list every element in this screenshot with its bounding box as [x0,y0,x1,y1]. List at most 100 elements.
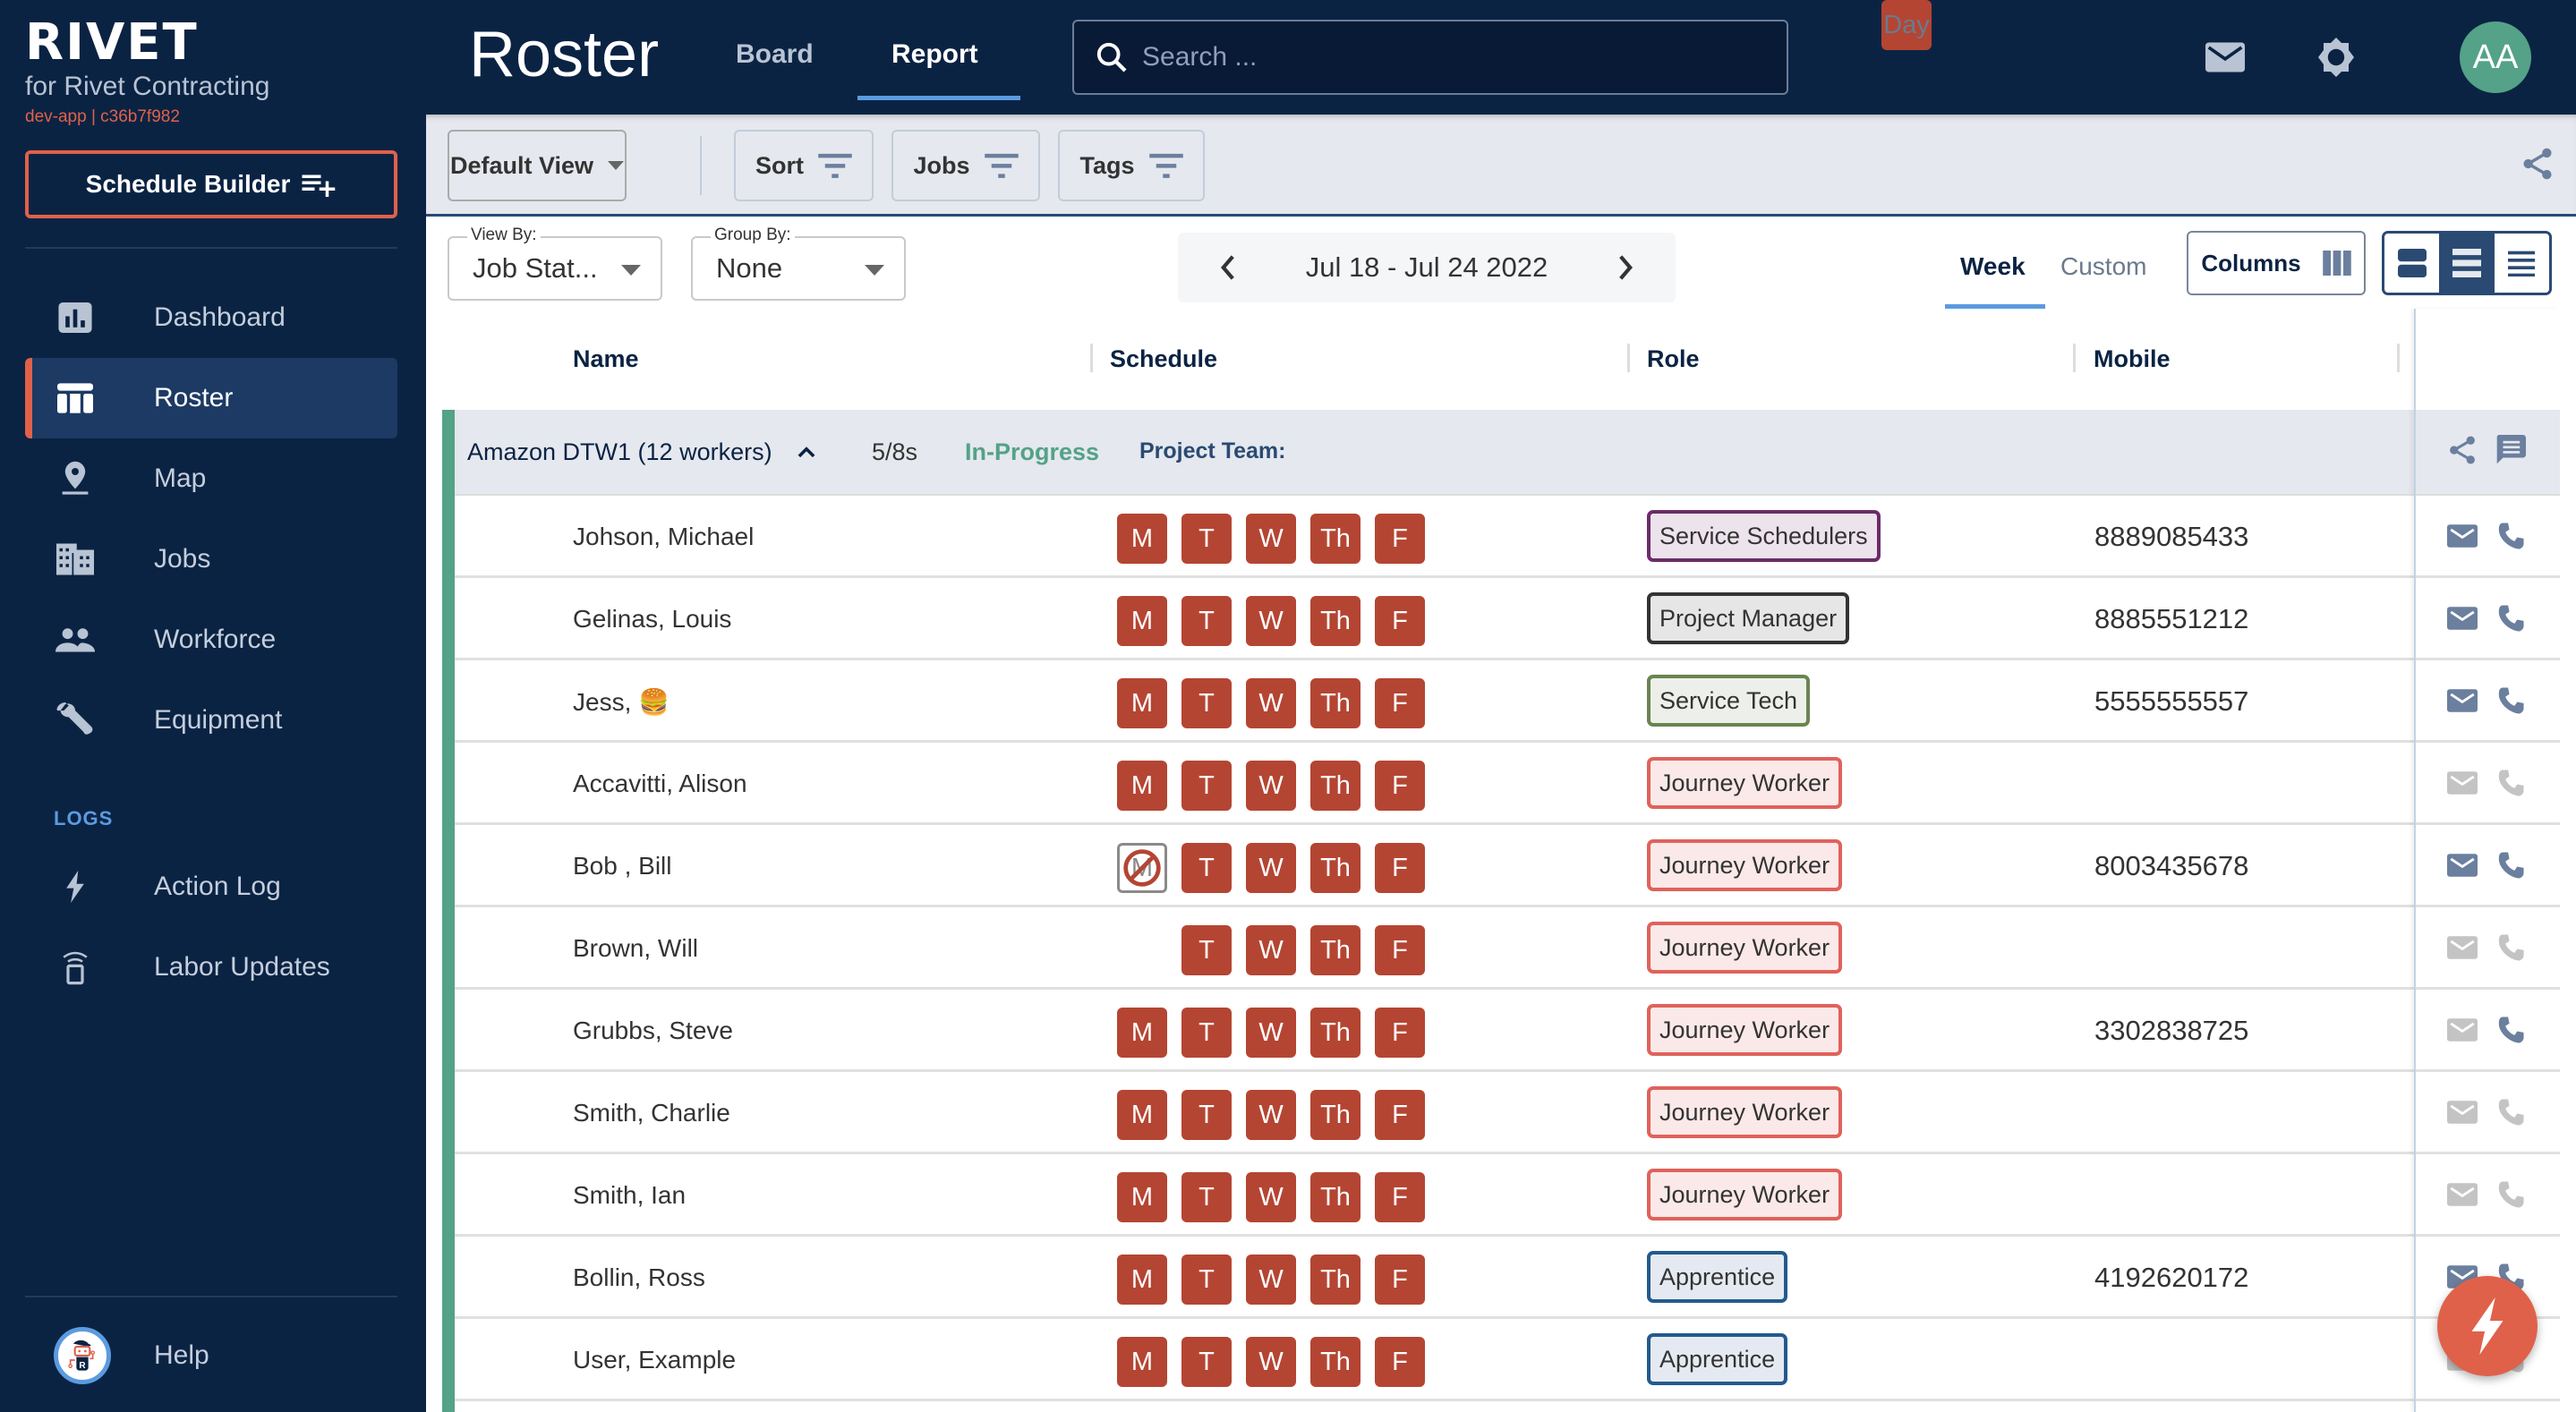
group-by-select[interactable]: Group By: None [691,225,906,301]
sidebar-item-labor-updates[interactable]: Labor Updates [25,927,397,1008]
job-group-name[interactable]: Amazon DTW1 (12 workers) [467,438,772,466]
search-input[interactable] [1142,42,1787,72]
schedule-day-fri[interactable]: F [1375,678,1425,728]
schedule-day-wed[interactable]: W [1246,596,1296,646]
schedule-day-tue[interactable]: T [1181,678,1232,728]
column-header-schedule[interactable]: Schedule [1110,345,1217,373]
schedule-day-tue[interactable]: T [1181,1172,1232,1222]
schedule-day-wed[interactable]: W [1246,843,1296,893]
schedule-day-mon[interactable]: M [1117,1008,1167,1058]
tab-board[interactable]: Board [736,39,814,70]
schedule-day-wed[interactable]: W [1246,1255,1296,1305]
schedule-day-fri[interactable]: F [1375,1090,1425,1140]
schedule-day-tue[interactable]: T [1181,761,1232,811]
email-worker-button[interactable] [2444,764,2481,802]
sidebar-item-roster[interactable]: Roster [25,358,397,438]
jobs-filter-button[interactable]: Jobs [891,130,1040,201]
sidebar-item-action-log[interactable]: Action Log [25,846,397,927]
sidebar-item-dashboard[interactable]: Dashboard [25,277,397,358]
sort-button[interactable]: Sort [734,130,874,201]
schedule-day-tue[interactable]: T [1181,843,1232,893]
call-worker-button[interactable] [2492,682,2529,719]
email-worker-button[interactable] [2444,600,2481,637]
schedule-builder-button[interactable]: Schedule Builder [25,150,397,218]
email-worker-button[interactable] [2444,1011,2481,1049]
table-row[interactable]: User, Example M T W Th F Apprentice [455,1319,2560,1401]
schedule-day-mon[interactable]: M [1117,1172,1167,1222]
search-box[interactable] [1072,20,1788,95]
schedule-day-fri[interactable]: F [1375,514,1425,564]
schedule-day-wed[interactable]: W [1246,1172,1296,1222]
table-row[interactable]: Brown, Will T W Th F Journey Worker [455,907,2560,990]
range-tab-custom[interactable]: Custom [2060,252,2146,281]
table-row[interactable]: Grubbs, Steve M T W Th F Journey Worker 3302838… [455,990,2560,1072]
schedule-day-thu[interactable]: Th [1310,678,1361,728]
table-row[interactable]: Bob , Bill M T W Th F Journey Worker 8003435678 [455,825,2560,907]
user-avatar[interactable]: AA [2460,21,2531,93]
schedule-day-fri[interactable]: F [1375,596,1425,646]
column-header-mobile[interactable]: Mobile [2094,345,2171,373]
call-worker-button[interactable] [2492,764,2529,802]
worker-name[interactable]: User, Example [573,1346,736,1374]
column-resize-handle[interactable] [2397,344,2400,372]
worker-name[interactable]: Smith, Ian [573,1181,686,1210]
email-worker-button[interactable] [2444,1093,2481,1131]
schedule-day-tue[interactable]: T [1181,925,1232,975]
range-tab-week[interactable]: Week [1960,252,2026,281]
schedule-day-wed[interactable]: W [1246,1337,1296,1387]
schedule-day-wed[interactable]: W [1246,761,1296,811]
chevron-up-icon[interactable] [795,440,818,464]
sidebar-item-map[interactable]: Map [25,438,397,519]
schedule-day-tue[interactable]: T [1181,1337,1232,1387]
table-row[interactable]: Gelinas, Louis M T W Th F Project Manager 88855… [455,578,2560,660]
call-worker-button[interactable] [2492,517,2529,555]
table-row[interactable]: Accavitti, Alison M T W Th F Journey Worker [455,743,2560,825]
call-worker-button[interactable] [2492,1093,2529,1131]
tab-report[interactable]: Report [891,39,978,70]
worker-name[interactable]: Brown, Will [573,934,698,963]
call-worker-button[interactable] [2492,600,2529,637]
schedule-day-thu[interactable]: Th [1310,925,1361,975]
column-resize-handle[interactable] [1090,344,1093,372]
schedule-day-mon[interactable]: M [1117,761,1167,811]
schedule-day-thu[interactable]: Th [1310,1008,1361,1058]
email-worker-button[interactable] [2444,682,2481,719]
message-job-button[interactable] [2492,431,2529,469]
share-view-button[interactable] [2515,141,2560,186]
schedule-day-wed[interactable]: W [1246,1008,1296,1058]
worker-name[interactable]: Accavitti, Alison [573,770,747,798]
schedule-day-wed[interactable]: W [1246,925,1296,975]
schedule-day-tue[interactable]: T [1181,1255,1232,1305]
call-worker-button[interactable] [2492,1176,2529,1213]
table-row[interactable]: Bollin, Ross M T W Th F Apprentice 4192620172 [455,1237,2560,1319]
column-resize-handle[interactable] [2073,344,2076,372]
schedule-day-thu[interactable]: Th [1310,761,1361,811]
messages-button[interactable] [2202,34,2248,81]
worker-name[interactable]: Grubbs, Steve [573,1016,733,1045]
column-header-name[interactable]: Name [573,345,639,373]
table-row[interactable]: Johson, Michael M T W Th F Service Schedulers 8… [455,496,2560,578]
schedule-day-thu[interactable]: Th [1310,1172,1361,1222]
schedule-day-fri[interactable]: F [1375,1008,1425,1058]
call-worker-button[interactable] [2492,1011,2529,1049]
density-compact-button[interactable] [2495,234,2549,293]
columns-button[interactable]: Columns [2187,231,2366,295]
column-resize-handle[interactable] [1627,344,1630,372]
schedule-day-thu[interactable]: Th [1310,1255,1361,1305]
schedule-day-mon[interactable]: M [1117,1337,1167,1387]
next-week-button[interactable] [1608,250,1643,285]
schedule-day-thu[interactable]: Th [1310,596,1361,646]
worker-name[interactable]: Johson, Michael [573,523,754,551]
schedule-day-fri[interactable]: F [1375,761,1425,811]
schedule-day-fri[interactable]: F [1375,843,1425,893]
schedule-day-mon[interactable]: M [1117,596,1167,646]
sidebar-item-workforce[interactable]: Workforce [25,600,397,680]
schedule-day-mon[interactable]: M [1117,1255,1167,1305]
schedule-day-fri[interactable]: F [1375,1255,1425,1305]
schedule-day-mon[interactable]: M [1117,1090,1167,1140]
density-standard-button[interactable] [2439,234,2495,293]
tags-filter-button[interactable]: Tags [1058,130,1205,201]
help-button[interactable]: R Help [25,1315,397,1396]
previous-week-button[interactable] [1210,250,1246,285]
worker-name[interactable]: Jess, 🍔 [573,687,670,717]
